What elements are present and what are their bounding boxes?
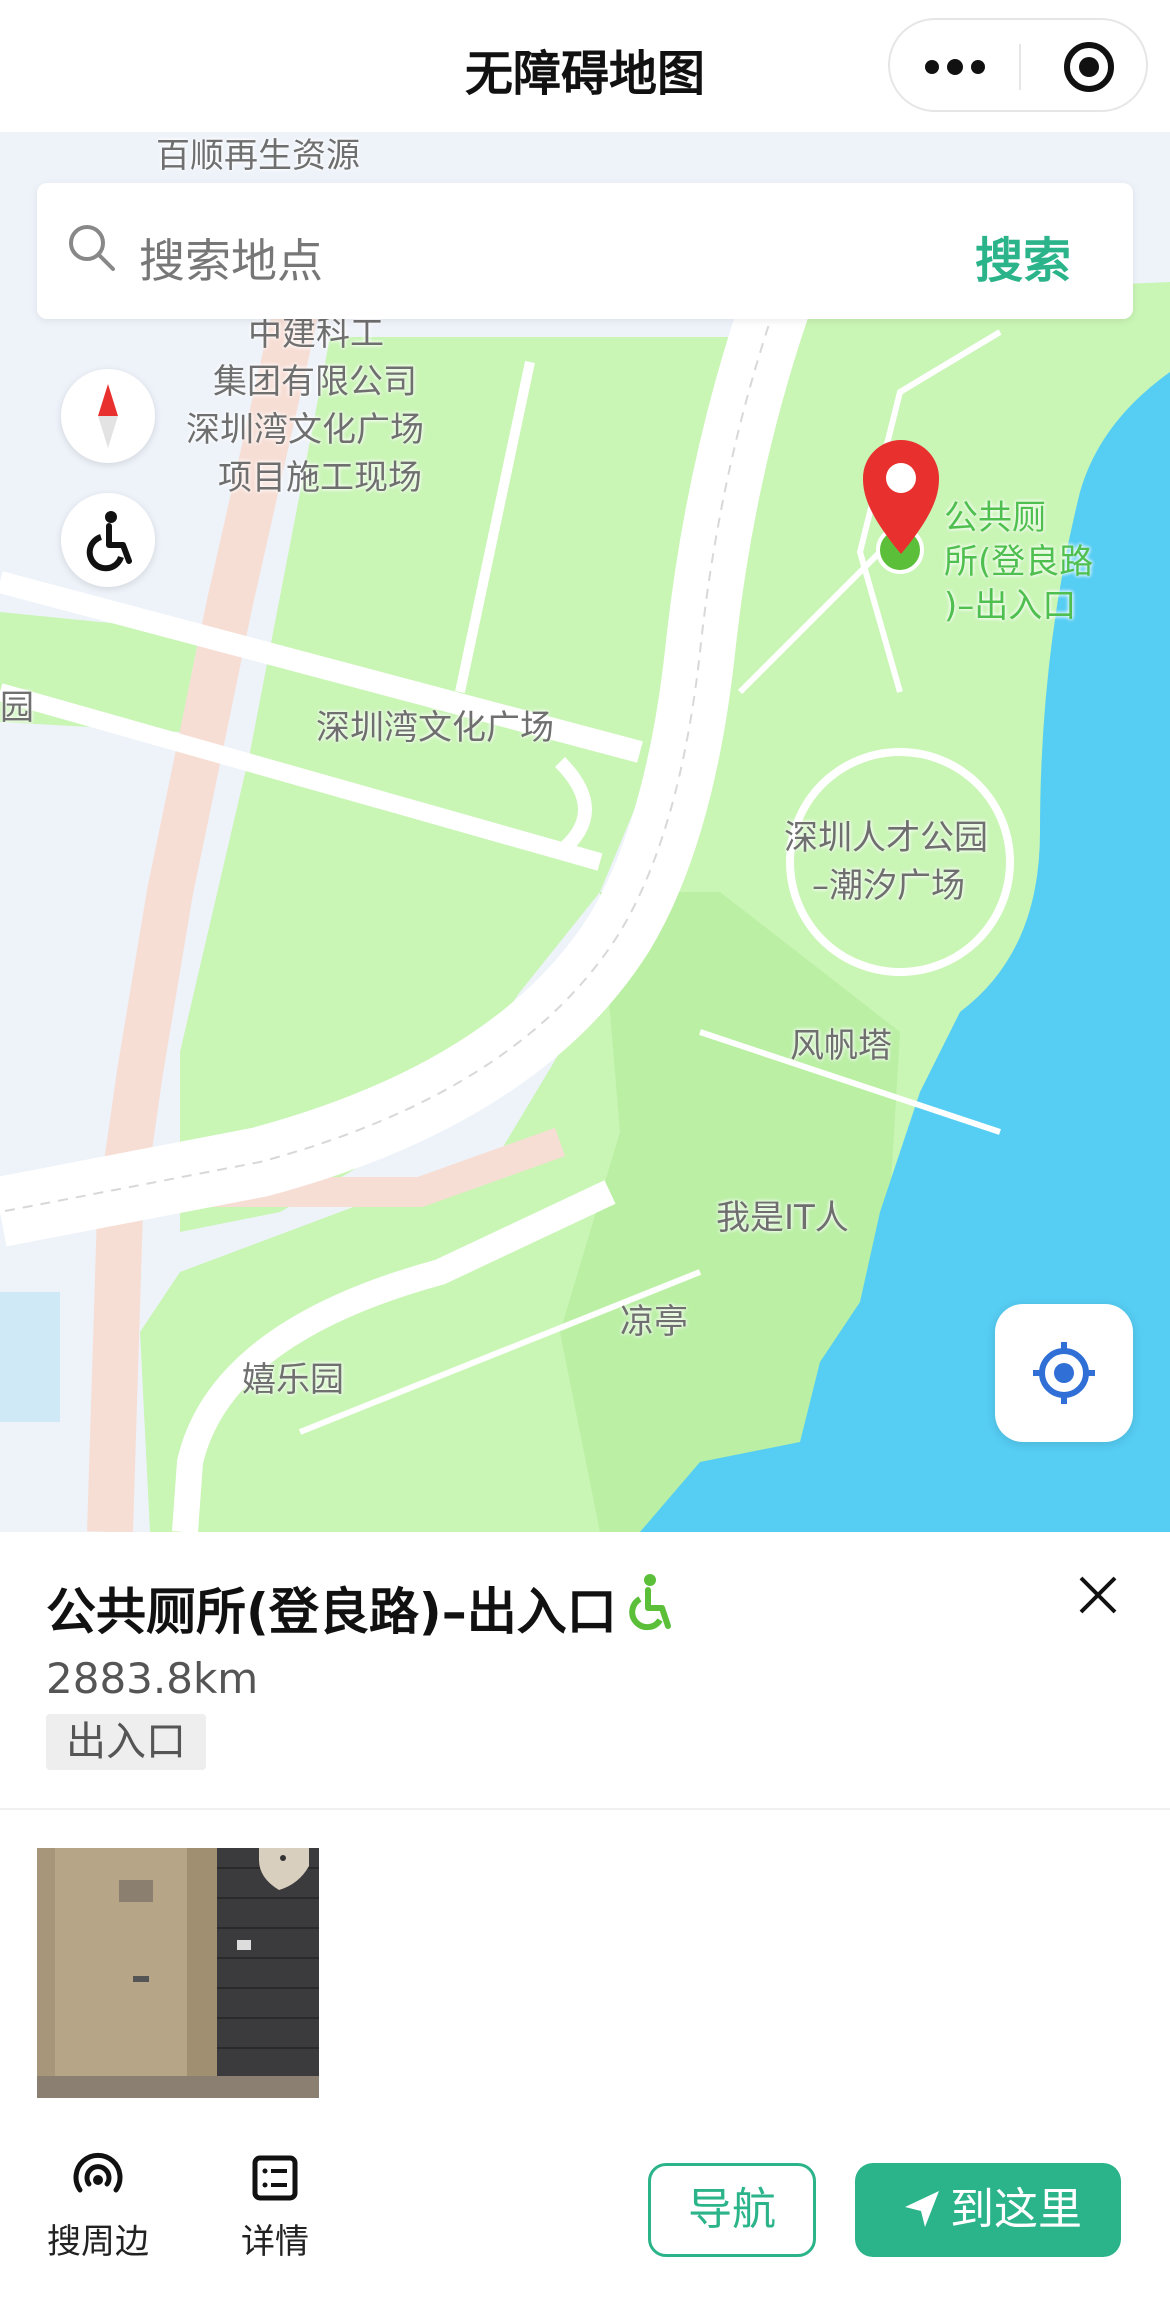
- map-label: 项目施工现场: [218, 458, 422, 498]
- wheelchair-accessible-icon: [629, 1574, 671, 1631]
- nearby-search-button[interactable]: 搜周边: [28, 2150, 168, 2263]
- map-label-poi[interactable]: 所(登良路: [944, 538, 1093, 586]
- map-label: 园: [0, 688, 34, 728]
- navigation-arrow-icon: [905, 2191, 939, 2227]
- divider: [0, 1808, 1170, 1810]
- my-location-button[interactable]: [995, 1304, 1133, 1442]
- place-distance: 2883.8km: [46, 1654, 259, 1703]
- map-label-poi[interactable]: 公共厕: [944, 494, 1046, 542]
- map-label: 百顺再生资源: [156, 136, 360, 176]
- capsule-divider: [1019, 44, 1021, 90]
- wheelchair-icon: [86, 511, 132, 572]
- close-icon[interactable]: [1075, 1572, 1121, 1618]
- search-icon: [69, 225, 115, 271]
- go-here-label: 到这里: [950, 2184, 1082, 2235]
- search-bar: 搜索地点 搜索: [37, 183, 1133, 319]
- place-info-panel: 公共厕所(登良路)–出入口 2883.8km 出入口: [0, 1532, 1170, 1807]
- compass-icon: [98, 384, 118, 448]
- map-label: 集团有限公司: [213, 362, 417, 402]
- map-label: 我是IT人: [716, 1198, 849, 1238]
- map-label: –潮汐广场: [812, 866, 965, 906]
- more-dots-icon[interactable]: [925, 54, 985, 80]
- map-label: 深圳人才公园: [784, 818, 988, 858]
- map-label: 凉亭: [620, 1302, 688, 1342]
- nearby-label: 搜周边: [47, 2222, 149, 2262]
- map-label: 嬉乐园: [242, 1360, 344, 1400]
- accessibility-filter-button[interactable]: [61, 493, 155, 587]
- target-circle-icon[interactable]: [1062, 40, 1116, 94]
- navigate-button[interactable]: 导航: [648, 2163, 816, 2257]
- search-input[interactable]: 搜索地点: [139, 225, 323, 291]
- list-icon: [252, 2155, 298, 2201]
- locate-icon: [1033, 1342, 1095, 1404]
- go-here-button[interactable]: 到这里: [855, 2163, 1121, 2257]
- radar-icon: [73, 2152, 123, 2193]
- map-label: 深圳湾文化广场: [316, 708, 554, 748]
- mini-program-capsule: [888, 18, 1148, 112]
- details-label: 详情: [241, 2222, 309, 2262]
- toilet-door-photo: [37, 1848, 319, 2098]
- map-label: 深圳湾文化广场: [186, 410, 424, 450]
- place-title: 公共厕所(登良路)–出入口: [46, 1583, 617, 1641]
- bottom-action-bar: 搜周边 详情 导航 到这里: [0, 2120, 1170, 2303]
- details-button[interactable]: 详情: [205, 2150, 345, 2263]
- map-label: 风帆塔: [790, 1026, 892, 1066]
- place-tag: 出入口: [46, 1714, 206, 1770]
- compass-button[interactable]: [61, 369, 155, 463]
- map-label-poi[interactable]: )–出入口: [944, 582, 1076, 630]
- place-photo[interactable]: [37, 1848, 319, 2098]
- search-button[interactable]: 搜索: [975, 221, 1071, 291]
